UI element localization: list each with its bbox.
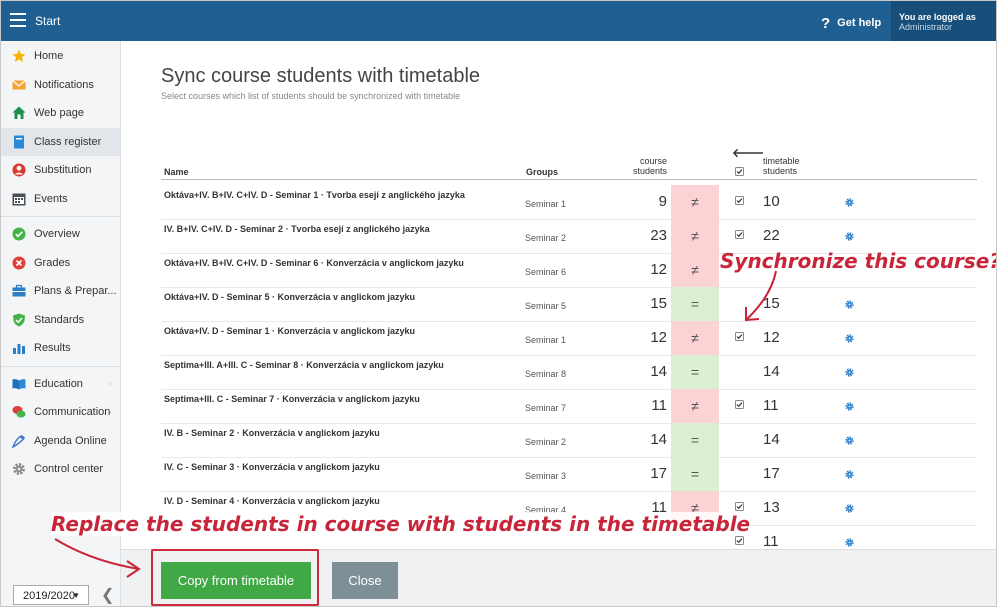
copy-button-highlight <box>151 549 319 606</box>
sync-arrow <box>746 270 777 320</box>
annotation-replace: Replace the students in course with stud… <box>51 512 751 536</box>
replace-arrow <box>54 538 140 570</box>
annotation-synchronize: Synchronize this course? <box>720 249 997 273</box>
replace-arrowhead <box>126 560 141 578</box>
app-window: Start ? Get help You are logged as Admini… <box>0 0 997 607</box>
